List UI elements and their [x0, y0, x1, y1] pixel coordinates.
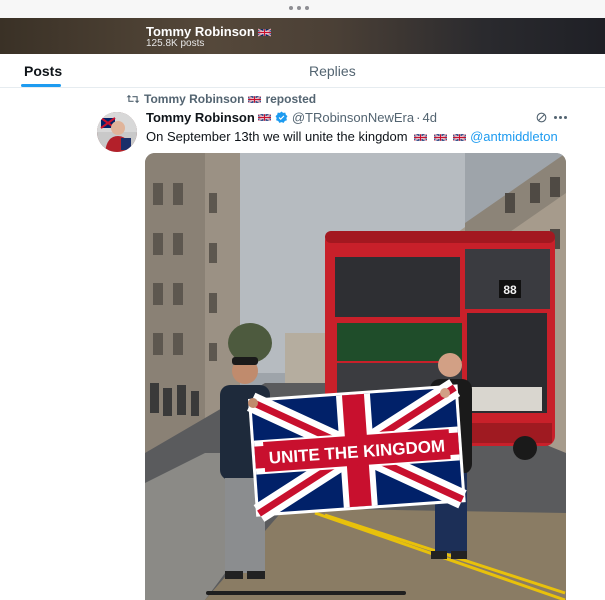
- repost-icon: [126, 94, 140, 104]
- tab-posts[interactable]: Posts: [24, 63, 62, 79]
- profile-header-name: Tommy Robinson: [146, 24, 271, 39]
- post-author-handle[interactable]: @TRobinsonNewEra: [292, 110, 414, 125]
- bus-route-number: 88: [503, 283, 517, 297]
- more-dots-icon[interactable]: [289, 6, 315, 12]
- tab-active-indicator: [21, 84, 61, 87]
- repost-author: Tommy Robinson: [144, 92, 245, 106]
- avatar-image: [97, 112, 137, 152]
- uk-flag-icon: [433, 133, 447, 142]
- profile-header-post-count: 125.8K posts: [146, 38, 205, 49]
- uk-flag-icon: [248, 95, 262, 103]
- avatar[interactable]: [97, 112, 137, 152]
- post-mention-link[interactable]: @antmiddleton: [470, 129, 558, 144]
- post-header: Tommy Robinson @TRobinsonNewEra · 4d: [146, 110, 437, 125]
- post-text-body: On September 13th we will unite the king…: [146, 129, 408, 144]
- more-options-icon[interactable]: [554, 116, 568, 120]
- photo-street-scene: 88 UNITE THE KINGDOM: [145, 153, 566, 600]
- post-author-name[interactable]: Tommy Robinson: [146, 110, 255, 125]
- post-timestamp[interactable]: 4d: [422, 110, 436, 125]
- profile-header-banner: [0, 18, 605, 54]
- top-bar: [0, 0, 605, 18]
- uk-flag-icon: [257, 28, 271, 37]
- verified-badge-icon: [275, 111, 288, 123]
- scroll-indicator[interactable]: [206, 591, 406, 595]
- uk-flag-icon: [414, 133, 428, 142]
- post-separator: ·: [416, 110, 421, 125]
- repost-context[interactable]: Tommy Robinson reposted: [126, 92, 316, 106]
- grok-icon[interactable]: [535, 111, 548, 124]
- post-image[interactable]: 88 UNITE THE KINGDOM: [145, 153, 566, 600]
- uk-flag-icon: [453, 133, 467, 142]
- post-text: On September 13th we will unite the king…: [146, 129, 558, 144]
- uk-flag-icon: [257, 113, 271, 122]
- tab-replies[interactable]: Replies: [309, 63, 356, 79]
- repost-suffix: reposted: [265, 92, 317, 106]
- profile-tabs: Posts Replies: [0, 54, 605, 88]
